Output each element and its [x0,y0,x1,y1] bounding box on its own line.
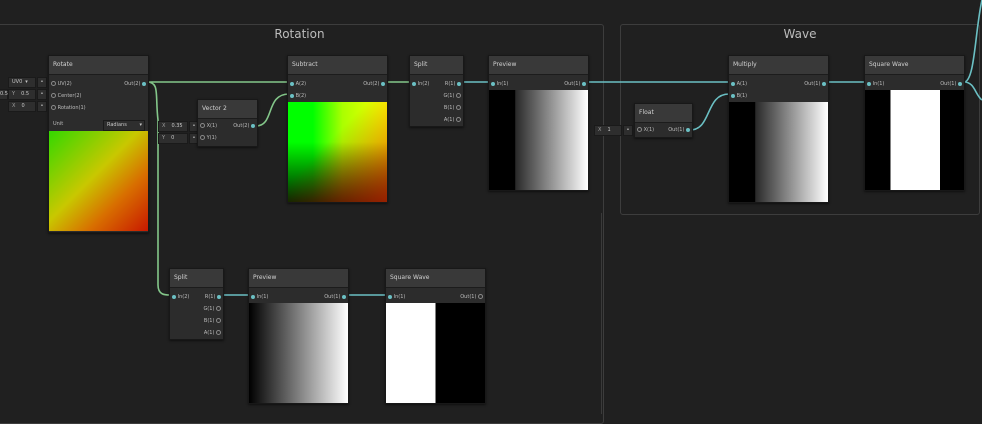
preview1-out-port[interactable]: Out(1) [564,79,586,89]
split1-r-port[interactable]: R(1) [445,79,461,89]
vector2-x-port[interactable]: X(1) [200,121,217,131]
vector2-y-port[interactable]: Y(1) [200,133,217,143]
preview1-node-title: Preview [489,56,588,75]
split2-in-port[interactable]: In(2) [172,292,189,302]
rotate-uv-port[interactable]: UV(2) [51,79,72,89]
wire-vector2-to-subtract [255,93,290,127]
subtract-b-port[interactable]: B(2) [290,91,306,101]
uv-connector[interactable]: • [37,77,47,88]
multiply-node[interactable]: Multiply A(1) B(1) Out(1) [728,55,829,203]
split2-node-title: Split [170,269,223,288]
float-x-port[interactable]: X(1) [637,125,654,135]
subtract-node-title: Subtract [288,56,387,75]
split1-g-port[interactable]: G(1) [443,91,461,101]
multiply-b-port[interactable]: B(1) [731,91,747,101]
rotate-node[interactable]: Rotate UV(2) Center(2) Rotation(1) Out(2… [48,55,149,233]
squarewave1-node-title: Square Wave [865,56,964,75]
rotate-rotation-port[interactable]: Rotation(1) [51,103,86,113]
rotation-x-field[interactable]: X0 [8,101,36,112]
subtract-a-port[interactable]: A(2) [290,79,306,89]
subtract-node[interactable]: Subtract A(2) B(2) Out(2) [287,55,388,203]
squarewave2-in-port[interactable]: In(1) [388,292,405,302]
squarewave1-node[interactable]: Square Wave In(1) Out(1) [864,55,965,191]
split2-b-port[interactable]: B(1) [204,316,221,326]
float-node[interactable]: Float X(1) Out(1) [634,103,693,138]
rotate-unit-label: Unit [53,121,64,127]
squarewave2-node-title: Square Wave [386,269,485,288]
split2-r-port[interactable]: R(1) [205,292,221,302]
split1-node[interactable]: Split In(2) R(1) G(1) B(1) A(1) [409,55,464,127]
float-x-field[interactable]: X1 [594,125,622,136]
preview2-in-port[interactable]: In(1) [251,292,268,302]
squarewave2-node[interactable]: Square Wave In(1) Out(1) [385,268,486,404]
preview1-in-port[interactable]: In(1) [491,79,508,89]
squarewave2-preview [386,303,485,403]
vector2-node[interactable]: Vector 2 X(1) Y(1) Out(2) [197,99,258,147]
preview1-image [489,90,588,190]
squarewave2-out-port[interactable]: Out(1) [460,292,483,302]
rotation-connector[interactable]: • [37,101,47,112]
split2-g-port[interactable]: G(1) [203,304,221,314]
rotate-node-title: Rotate [49,56,148,75]
squarewave1-preview [865,90,964,190]
split1-b-port[interactable]: B(1) [444,103,461,113]
wire-rotate-to-split2 [146,81,171,296]
subtract-preview-dark-overlay [288,102,387,202]
rotate-unit-dropdown[interactable]: Radians ▾ [103,120,145,131]
float-node-title: Float [635,104,692,123]
split2-a-port[interactable]: A(1) [204,328,221,338]
wire-float-to-multiply [689,93,730,131]
center-x-field[interactable]: 0.5 [0,89,8,100]
split1-a-port[interactable]: A(1) [444,115,461,125]
float-x-connector[interactable]: • [623,125,633,136]
squarewave1-in-port[interactable]: In(1) [867,79,884,89]
float-out-port[interactable]: Out(1) [668,125,690,135]
multiply-preview [729,102,828,202]
vector-y-field[interactable]: Y0 [158,133,188,144]
split1-node-title: Split [410,56,463,75]
rotate-out-port[interactable]: Out(2) [124,79,146,89]
split2-node[interactable]: Split In(2) R(1) G(1) B(1) A(1) [169,268,224,340]
preview1-node[interactable]: Preview In(1) Out(1) [488,55,589,191]
multiply-out-port[interactable]: Out(1) [804,79,826,89]
subtract-out-port[interactable]: Out(2) [363,79,385,89]
center-connector[interactable]: • [37,89,47,100]
preview2-node-title: Preview [249,269,348,288]
vector2-node-title: Vector 2 [198,100,257,119]
rotate-preview [49,131,148,231]
rotate-center-port[interactable]: Center(2) [51,91,82,101]
squarewave1-out-port[interactable]: Out(1) [940,79,962,89]
preview2-image [249,303,348,403]
vector2-out-port[interactable]: Out(2) [233,121,255,131]
multiply-node-title: Multiply [729,56,828,75]
split1-in-port[interactable]: In(2) [412,79,429,89]
preview2-out-port[interactable]: Out(1) [324,292,346,302]
wire-squarewave-out [963,0,982,83]
preview2-node[interactable]: Preview In(1) Out(1) [248,268,349,404]
center-y-field[interactable]: Y 0.5 [8,89,36,100]
uv-channel-dropdown[interactable]: UV0 ▾ [8,77,36,88]
vector-x-field[interactable]: X 0.35 [158,121,188,132]
wire-squarewave-out-2 [963,81,982,101]
multiply-a-port[interactable]: A(1) [731,79,747,89]
